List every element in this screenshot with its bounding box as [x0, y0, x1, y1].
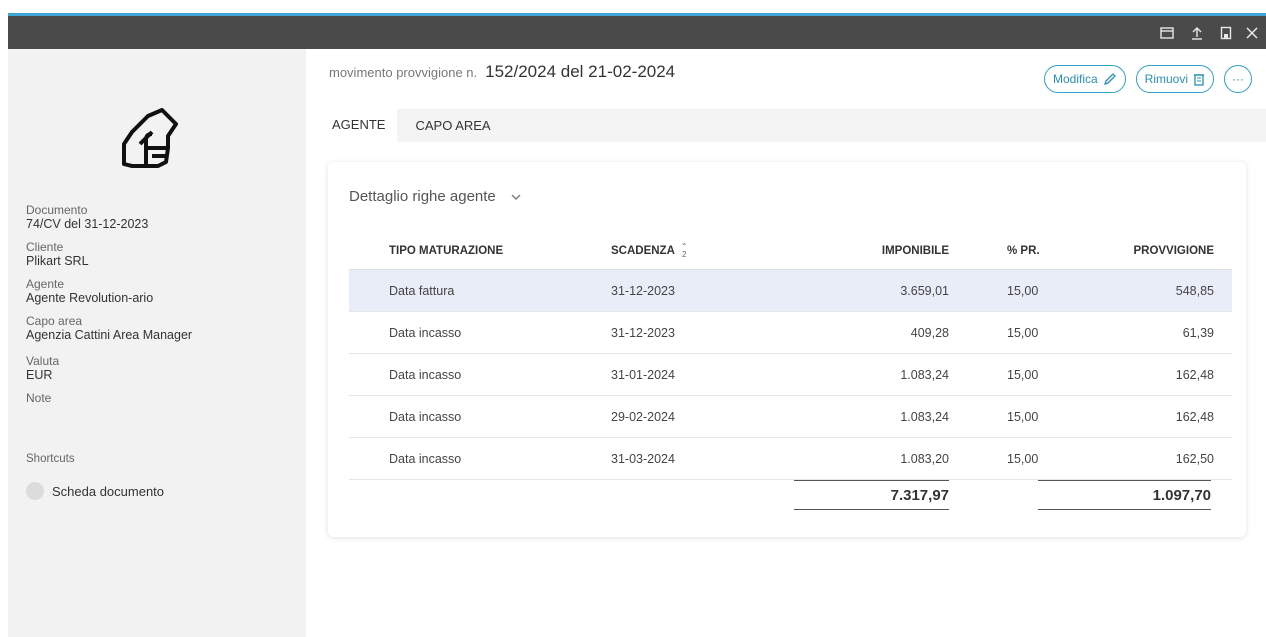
main-content: movimento provvigione n. 152/2024 del 21…	[306, 49, 1266, 637]
app-window: Documento 74/CV del 31-12-2023 Cliente P…	[0, 0, 1266, 637]
total-provvigione: 1.097,70	[1038, 480, 1211, 510]
col-percentuale[interactable]: % PR.	[1007, 232, 1040, 269]
col-tipo-maturazione[interactable]: TIPO MATURAZIONE	[389, 232, 503, 269]
table-row[interactable]: Data incasso 29-02-2024 1.083,24 15,00 1…	[349, 396, 1232, 438]
trash-icon	[1194, 74, 1204, 86]
cell-scadenza: 29-02-2024	[611, 409, 675, 424]
cell-percentuale: 15,00	[1007, 325, 1039, 340]
more-icon: ···	[1232, 72, 1244, 86]
cell-imponibile: 1.083,20	[900, 451, 949, 466]
field-value: EUR	[26, 368, 53, 382]
info-capo-area: Capo area Agenzia Cattini Area Manager	[26, 314, 296, 343]
tabs: AGENTE CAPO AREA	[320, 109, 503, 142]
sort-asc-icon: ⌃ 2	[681, 242, 688, 259]
cell-percentuale: 15,00	[1007, 283, 1039, 298]
remove-button[interactable]: Rimuovi	[1135, 65, 1214, 93]
chevron-down-icon	[511, 194, 521, 200]
title-prefix: movimento provvigione n.	[329, 65, 478, 80]
cell-percentuale: 15,00	[1007, 367, 1039, 382]
cell-tipo: Data incasso	[389, 409, 462, 424]
shortcut-dot-icon	[26, 482, 44, 500]
col-imponibile[interactable]: IMPONIBILE	[882, 232, 949, 269]
col-scadenza-label: SCADENZA	[611, 244, 675, 257]
shortcuts-title: Shortcuts	[26, 453, 75, 465]
cell-imponibile: 1.083,24	[900, 409, 949, 424]
field-label: Agente	[26, 277, 65, 291]
tab-capo-area[interactable]: CAPO AREA	[403, 109, 502, 142]
remove-label: Rimuovi	[1144, 72, 1188, 86]
cell-scadenza: 31-01-2024	[611, 367, 675, 382]
title-bar	[8, 16, 1266, 49]
tab-agente[interactable]: AGENTE	[320, 109, 398, 142]
shortcut-scheda-documento[interactable]: Scheda documento	[26, 482, 164, 500]
pencil-icon	[1103, 73, 1116, 86]
save-icon[interactable]	[1214, 16, 1238, 49]
cell-tipo: Data incasso	[389, 367, 462, 382]
info-agente: Agente Agente Revolution-ario	[26, 277, 296, 306]
field-label: Note	[26, 391, 52, 405]
cell-scadenza: 31-12-2023	[611, 283, 675, 298]
detail-card: Dettaglio righe agente TIPO MATURAZIONE …	[328, 162, 1246, 537]
table-row[interactable]: Data incasso 31-12-2023 409,28 15,00 61,…	[349, 312, 1232, 354]
cell-provvigione: 162,48	[1175, 409, 1214, 424]
cell-tipo: Data fattura	[389, 283, 455, 298]
page-title: movimento provvigione n. 152/2024 del 21…	[329, 62, 675, 82]
table-row[interactable]: Data incasso 31-03-2024 1.083,20 15,00 1…	[349, 438, 1232, 480]
cell-imponibile: 3.659,01	[900, 283, 949, 298]
close-icon[interactable]	[1240, 16, 1264, 49]
cell-imponibile: 1.083,24	[900, 367, 949, 382]
field-value: Agenzia Cattini Area Manager	[26, 328, 193, 342]
title-number: 152/2024 del 21-02-2024	[485, 62, 676, 81]
field-label: Cliente	[26, 240, 64, 254]
info-cliente: Cliente Plikart SRL	[26, 240, 296, 269]
sidebar: Documento 74/CV del 31-12-2023 Cliente P…	[8, 49, 306, 637]
info-valuta: Valuta EUR	[26, 354, 296, 383]
total-imponibile: 7.317,97	[794, 480, 949, 510]
cell-imponibile: 409,28	[910, 325, 949, 340]
field-value: 74/CV del 31-12-2023	[26, 217, 149, 231]
field-label: Valuta	[26, 354, 60, 368]
hand-document-icon	[118, 106, 182, 176]
cell-percentuale: 15,00	[1007, 451, 1039, 466]
card-title-text: Dettaglio righe agente	[349, 188, 496, 205]
field-label: Documento	[26, 203, 88, 217]
cell-tipo: Data incasso	[389, 325, 462, 340]
info-note: Note	[26, 392, 296, 405]
cell-scadenza: 31-03-2024	[611, 451, 675, 466]
sort-index: 2	[682, 249, 687, 259]
field-label: Capo area	[26, 314, 83, 328]
cell-tipo: Data incasso	[389, 451, 462, 466]
field-value: Agente Revolution-ario	[26, 291, 154, 305]
upload-icon[interactable]	[1185, 16, 1209, 49]
edit-label: Modifica	[1052, 72, 1098, 86]
cell-percentuale: 15,00	[1007, 409, 1039, 424]
edit-button[interactable]: Modifica	[1043, 65, 1126, 93]
cell-provvigione: 162,50	[1175, 451, 1214, 466]
grid-header: TIPO MATURAZIONE SCADENZA ⌃ 2 IMPONIBILE…	[349, 232, 1232, 270]
cell-provvigione: 162,48	[1175, 367, 1214, 382]
card-title[interactable]: Dettaglio righe agente	[349, 188, 522, 205]
cell-provvigione: 61,39	[1182, 325, 1214, 340]
maximize-icon[interactable]	[1155, 16, 1179, 49]
header-actions: Modifica Rimuovi ···	[1043, 65, 1252, 93]
field-value: Plikart SRL	[26, 254, 89, 268]
shortcut-label: Scheda documento	[52, 483, 165, 499]
totals-row: 7.317,97 1.097,70	[349, 480, 1232, 514]
col-provvigione[interactable]: PROVVIGIONE	[1133, 232, 1214, 269]
cell-scadenza: 31-12-2023	[611, 325, 675, 340]
col-scadenza[interactable]: SCADENZA ⌃ 2	[611, 232, 688, 269]
info-documento: Documento 74/CV del 31-12-2023	[26, 203, 296, 232]
window-edge	[0, 13, 8, 637]
table-row[interactable]: Data incasso 31-01-2024 1.083,24 15,00 1…	[349, 354, 1232, 396]
more-options-button[interactable]: ···	[1224, 65, 1252, 93]
cell-provvigione: 548,85	[1175, 283, 1214, 298]
table-row[interactable]: Data fattura 31-12-2023 3.659,01 15,00 5…	[349, 270, 1232, 312]
data-grid: TIPO MATURAZIONE SCADENZA ⌃ 2 IMPONIBILE…	[349, 232, 1232, 514]
